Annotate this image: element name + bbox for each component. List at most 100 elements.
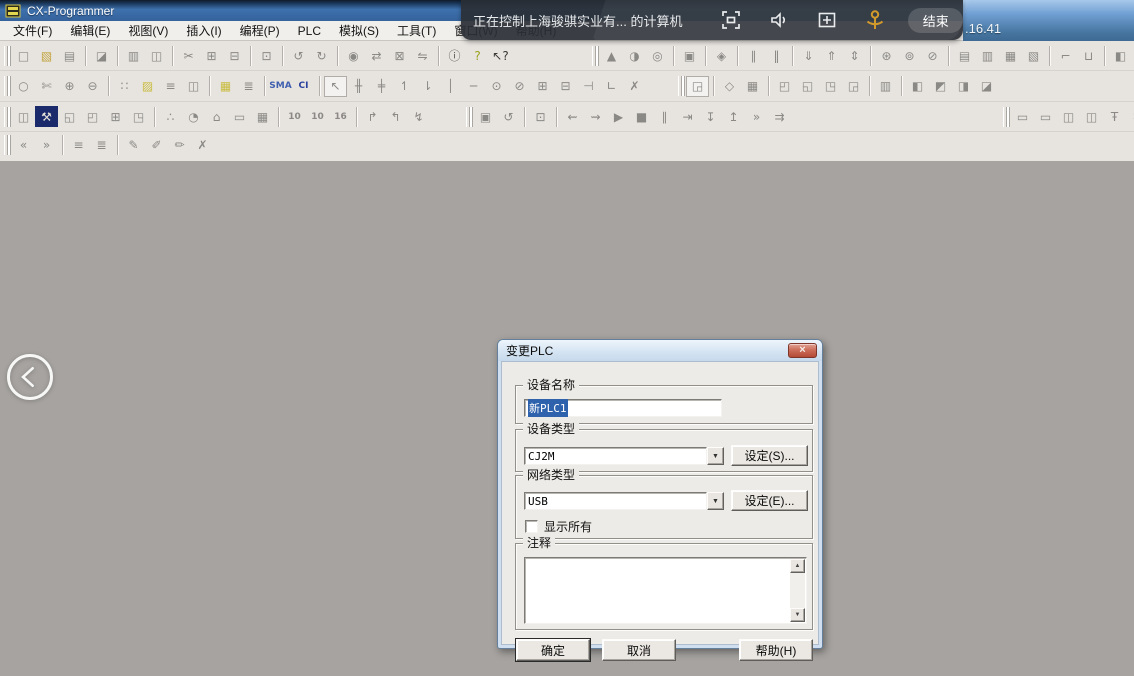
window-tile-icon[interactable]: ◰ xyxy=(81,106,104,127)
radix-decimal-icon[interactable]: 10 xyxy=(283,106,306,127)
toolbar-grip[interactable] xyxy=(4,46,8,66)
device-type-settings-button[interactable]: 设定(S)... xyxy=(731,445,808,466)
transfer-to-plc-icon[interactable]: ⇓ xyxy=(797,45,820,66)
close-icon[interactable]: × xyxy=(788,343,817,358)
info-icon[interactable]: ⓘ xyxy=(443,45,466,66)
online-search-icon[interactable]: ◎ xyxy=(646,45,669,66)
comment-textarea[interactable]: ▲ ▼ xyxy=(524,557,807,624)
force-on-icon[interactable]: ↱ xyxy=(361,106,384,127)
menu-item-edit[interactable]: 编辑(E) xyxy=(61,20,119,41)
contact-nc-icon[interactable]: ╪ xyxy=(370,76,393,97)
verify-icon[interactable]: ⊛ xyxy=(875,45,898,66)
menu-item-file[interactable]: 文件(F) xyxy=(4,20,61,41)
sim-step-in-icon[interactable]: ↧ xyxy=(699,106,722,127)
scroll-down-icon[interactable]: ▼ xyxy=(790,608,805,622)
program-edit-icon[interactable]: ◧ xyxy=(906,76,929,97)
zoom-out-icon[interactable]: ⊖ xyxy=(81,76,104,97)
toolbar-grip[interactable] xyxy=(678,76,682,96)
ladder-view-icon[interactable]: ▦ xyxy=(214,76,237,97)
menu-item-simulate[interactable]: 模拟(S) xyxy=(330,20,388,41)
sma-library-icon[interactable]: SMA xyxy=(269,76,292,97)
fullscreen-icon[interactable] xyxy=(720,9,742,31)
vertical-line-icon[interactable]: │ xyxy=(439,76,462,97)
scroll-up-icon[interactable]: ▲ xyxy=(790,559,805,573)
menu-item-program[interactable]: 编程(P) xyxy=(231,20,289,41)
select-tool-icon[interactable]: ↖ xyxy=(324,76,347,97)
menu-item-plc[interactable]: PLC xyxy=(289,22,330,40)
contact-falling-icon[interactable]: ⇂ xyxy=(416,76,439,97)
program-delete-icon[interactable]: ◨ xyxy=(952,76,975,97)
dialog-titlebar[interactable]: 变更PLC × xyxy=(498,340,822,361)
new-window-icon[interactable]: ⊞ xyxy=(104,106,127,127)
speaker-icon[interactable] xyxy=(768,9,790,31)
mnemonics-view-icon[interactable]: ≣ xyxy=(237,76,260,97)
cut-icon[interactable]: ✂ xyxy=(177,45,200,66)
ok-button[interactable]: 确定 xyxy=(516,639,590,661)
contact-rising-icon[interactable]: ↿ xyxy=(393,76,416,97)
resume-hand-icon[interactable]: ⇝ xyxy=(584,106,607,127)
menu-item-view[interactable]: 视图(V) xyxy=(119,20,177,41)
force-off-icon[interactable]: ↰ xyxy=(384,106,407,127)
sim-fast-forward-icon[interactable]: » xyxy=(745,106,768,127)
help-icon[interactable]: ? xyxy=(466,45,489,66)
sim-run-icon[interactable]: ▶ xyxy=(607,106,630,127)
compare-with-plc-icon[interactable]: ⇕ xyxy=(843,45,866,66)
time-chart-icon[interactable]: ⊔ xyxy=(1077,45,1100,66)
pause-hand-icon[interactable]: ⇜ xyxy=(561,106,584,127)
ladder-symbol-list-icon[interactable]: ▥ xyxy=(874,76,897,97)
rung-wrap-icon[interactable]: ◲ xyxy=(686,76,709,97)
find-icon[interactable]: ◉ xyxy=(342,45,365,66)
invert-instruction-icon[interactable]: ⊣ xyxy=(577,76,600,97)
end-session-button[interactable]: 结束 xyxy=(908,8,963,33)
print-preview-icon[interactable]: ◫ xyxy=(145,45,168,66)
chevron-down-icon[interactable]: ▼ xyxy=(707,492,724,510)
grid-icon[interactable]: ∷ xyxy=(113,76,136,97)
copy-icon[interactable]: ⊞ xyxy=(200,45,223,66)
toolbar-grip[interactable] xyxy=(1003,107,1007,127)
network-node-2-icon[interactable]: ◫ xyxy=(1080,106,1103,127)
list-view-icon[interactable]: ≡ xyxy=(159,76,182,97)
zoom-select-icon[interactable]: ✄ xyxy=(35,76,58,97)
context-help-icon[interactable]: ↖? xyxy=(489,45,512,66)
toolbar-grip[interactable] xyxy=(4,76,8,96)
layers-icon[interactable]: ◇ xyxy=(718,76,741,97)
toolbar-grip[interactable] xyxy=(592,46,596,66)
menu-item-tools[interactable]: 工具(T) xyxy=(388,20,445,41)
io-comment-icon[interactable]: ▭ xyxy=(228,106,251,127)
sim-pause-icon[interactable]: ∥ xyxy=(653,106,676,127)
zoom-in-icon[interactable]: ⊕ xyxy=(58,76,81,97)
memory-view-icon[interactable]: ▦ xyxy=(251,106,274,127)
io-view-icon[interactable]: ▦ xyxy=(999,45,1022,66)
line-connect-icon[interactable]: ∟ xyxy=(600,76,623,97)
run-mode-icon[interactable]: ◈ xyxy=(710,45,733,66)
line-delete-icon[interactable]: ✗ xyxy=(623,76,646,97)
save-simulation-icon[interactable]: ▣ xyxy=(474,106,497,127)
toolbar-grip[interactable] xyxy=(466,107,470,127)
transfer-from-plc-icon[interactable]: ⇑ xyxy=(820,45,843,66)
network-cable-2-icon[interactable]: ▭ xyxy=(1034,106,1057,127)
help-button[interactable]: 帮助(H) xyxy=(739,639,813,661)
toolbar-grip[interactable] xyxy=(4,107,8,127)
ladder-sym-2-icon[interactable]: ∓ xyxy=(1126,106,1134,127)
window-cascade-icon[interactable]: ◱ xyxy=(58,106,81,127)
show-all-checkbox-row[interactable]: 显示所有 xyxy=(525,518,592,535)
monitor-mode-icon[interactable]: ◑ xyxy=(623,45,646,66)
search-toggle-icon[interactable]: ⇄ xyxy=(365,45,388,66)
program-check-icon[interactable]: ◩ xyxy=(929,76,952,97)
radix-signed-decimal-icon[interactable]: 10 xyxy=(306,106,329,127)
ci-instruction-icon[interactable]: CI xyxy=(292,76,315,97)
function-block-icon[interactable]: ⊞ xyxy=(531,76,554,97)
block-outdent-icon[interactable]: » xyxy=(35,135,58,156)
coil-closed-icon[interactable]: ⊘ xyxy=(508,76,531,97)
contact-no-icon[interactable]: ╫ xyxy=(347,76,370,97)
pause-monitor-icon[interactable]: ∥ xyxy=(742,45,765,66)
diff-prev-icon[interactable]: ✏ xyxy=(168,135,191,156)
replace-a-b-icon[interactable]: ⇋ xyxy=(411,45,434,66)
radix-hex-icon[interactable]: 16 xyxy=(329,106,352,127)
diff-next-icon[interactable]: ✐ xyxy=(145,135,168,156)
find-in-project-icon[interactable]: ⊠ xyxy=(388,45,411,66)
split-screen-icon[interactable] xyxy=(816,9,838,31)
differential-monitor-icon[interactable]: ⌐ xyxy=(1054,45,1077,66)
open-file-icon[interactable]: ▧ xyxy=(35,45,58,66)
force-cancel-icon[interactable]: ↯ xyxy=(407,106,430,127)
